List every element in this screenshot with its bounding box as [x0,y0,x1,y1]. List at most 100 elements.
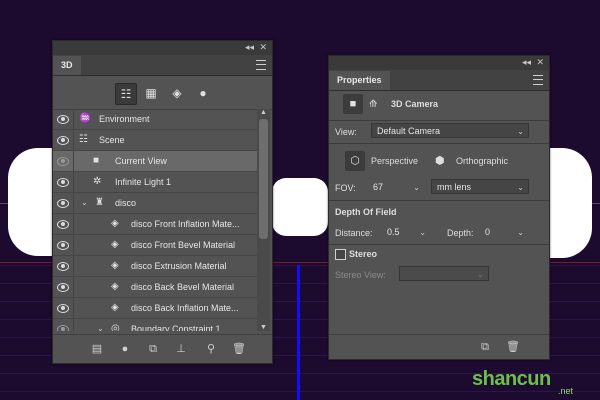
depth-label: Depth: [447,228,474,238]
render-options-button[interactable]: ⚲ [203,341,219,357]
separator [329,143,549,144]
material-icon: ◈ [111,260,119,271]
chevron-down-icon[interactable]: ⌄ [413,180,420,195]
distance-input[interactable]: 0.5 ⌄ [381,224,431,239]
panel-menu-icon[interactable] [256,60,266,70]
layer-row-infinite-light[interactable]: ✲ Infinite Light 1 [53,172,257,193]
coordinates-icon[interactable]: ⟰ [369,99,377,110]
canvas-3d-text-center [272,178,328,236]
add-light-button[interactable]: ● [117,341,133,357]
view-dropdown[interactable]: Default Camera ⌄ [371,123,529,138]
visibility-eye-icon[interactable] [57,241,69,250]
trash-icon: 🗑 [232,343,246,355]
filter-toolbar: ☷ ▦ ◈ ● [53,76,272,110]
canvas-3d-text-right [548,148,592,258]
new-mesh-button[interactable]: ⧉ [145,341,161,357]
separator [329,120,549,121]
visibility-eye-icon[interactable] [57,115,69,124]
fov-input[interactable]: 67 ⌄ [367,179,425,194]
row-divider [73,235,74,255]
lens-unit-value: mm lens [437,182,472,192]
chevron-down-icon[interactable]: ⌄ [81,193,88,213]
visibility-eye-icon[interactable] [57,220,69,229]
orthographic-cube-icon[interactable]: ⬢ [435,154,445,167]
layer-row-material[interactable]: ◈ disco Front Bevel Material [53,235,257,256]
layer-row-material[interactable]: ◈ disco Extrusion Material [53,256,257,277]
row-divider [73,277,74,297]
filter-materials-button[interactable]: ◈ [167,83,187,103]
layer-row-current-view[interactable]: ■ Current View [53,151,257,172]
visibility-eye-icon[interactable] [57,136,69,145]
layer-name: Boundary Constraint 1 [131,324,221,331]
panel-3d: ◂◂ ✕ 3D ☷ ▦ ◈ ● ♒ Environment ☷ Scene ■ … [52,40,273,364]
layer-list-scrollbar[interactable]: ▲ ▼ [257,109,270,331]
orthographic-label[interactable]: Orthographic [456,156,508,166]
scroll-thumb[interactable] [259,119,268,239]
layer-row-material[interactable]: ◈ disco Front Inflation Mate... [53,214,257,235]
depth-of-field-heading: Depth Of Field [335,207,397,217]
visibility-eye-icon[interactable] [57,178,69,187]
scroll-up-icon[interactable]: ▲ [259,109,268,116]
render-button[interactable]: ⧉ [477,339,493,355]
layer-row-material[interactable]: ◈ disco Back Inflation Mate... [53,298,257,319]
ground-button[interactable]: ⊥ [173,341,189,357]
delete-button[interactable]: 🗑 [231,341,247,357]
distance-value: 0.5 [387,227,400,237]
row-divider [73,256,74,276]
close-icon[interactable]: ✕ [259,42,267,53]
layer-row-boundary-constraint[interactable]: ⌄ ◎ Boundary Constraint 1 [53,319,257,331]
properties-header: ■ ⟰ 3D Camera [329,91,549,117]
chevron-down-icon: ⌄ [517,127,524,136]
filter-lights-button[interactable]: ● [193,83,213,103]
filter-meshes-button[interactable]: ▦ [141,83,161,103]
layer-row-environment[interactable]: ♒ Environment [53,109,257,130]
perspective-button[interactable]: ⬡ [345,151,365,171]
filter-whole-scene-button[interactable]: ☷ [115,83,137,105]
panel-properties-titlebar[interactable]: ◂◂ ✕ [329,56,549,70]
layer-name: disco Front Bevel Material [131,240,236,250]
visibility-eye-icon[interactable] [57,262,69,271]
scroll-down-icon[interactable]: ▼ [259,324,268,331]
layer-row-scene[interactable]: ☷ Scene [53,130,257,151]
chevron-down-icon[interactable]: ⌄ [97,319,104,331]
cube-icon: ⧉ [481,341,489,353]
separator [329,244,549,245]
tab-properties[interactable]: Properties [329,71,390,90]
environment-icon: ♒ [79,113,92,124]
camera-icon: ■ [349,98,357,110]
collapse-icon[interactable]: ◂◂ [245,42,254,53]
layer-name: disco [115,198,137,208]
camera-view-button[interactable]: ■ [343,94,363,114]
close-icon[interactable]: ✕ [536,57,544,68]
chevron-down-icon[interactable]: ⌄ [517,225,524,240]
visibility-eye-icon[interactable] [57,157,69,166]
material-icon: ◈ [111,281,119,292]
watermark-logo: shancun .net [472,368,598,398]
visibility-eye-icon[interactable] [57,283,69,292]
separator [329,200,549,201]
stereo-checkbox[interactable] [335,249,346,260]
panel-menu-icon[interactable] [533,75,543,85]
watermark-sub: .net [558,386,574,396]
render-button[interactable]: ▤ [89,341,105,357]
layer-row-disco[interactable]: ⌄ ♜ disco [53,193,257,214]
lens-unit-dropdown[interactable]: mm lens ⌄ [431,179,529,194]
light-icon: ✲ [93,176,102,187]
canvas-axis-line [297,265,300,400]
layer-row-material[interactable]: ◈ disco Back Bevel Material [53,277,257,298]
distance-label: Distance: [335,228,373,238]
properties-bottom-toolbar: ⧉ 🗑 [329,334,549,359]
collapse-icon[interactable]: ◂◂ [522,57,531,68]
tab-3d[interactable]: 3D [53,56,81,75]
row-divider [73,130,74,150]
settings-small-icon: ⚲ [206,343,216,355]
depth-input[interactable]: 0 ⌄ [479,224,529,239]
visibility-eye-icon[interactable] [57,325,69,331]
chevron-down-icon[interactable]: ⌄ [419,225,426,240]
panel-3d-titlebar[interactable]: ◂◂ ✕ [53,41,272,55]
delete-button[interactable]: 🗑 [505,339,521,355]
visibility-eye-icon[interactable] [57,304,69,313]
watermark-text: shancun [472,368,551,390]
camera-icon: ■ [93,155,100,166]
visibility-eye-icon[interactable] [57,199,69,208]
